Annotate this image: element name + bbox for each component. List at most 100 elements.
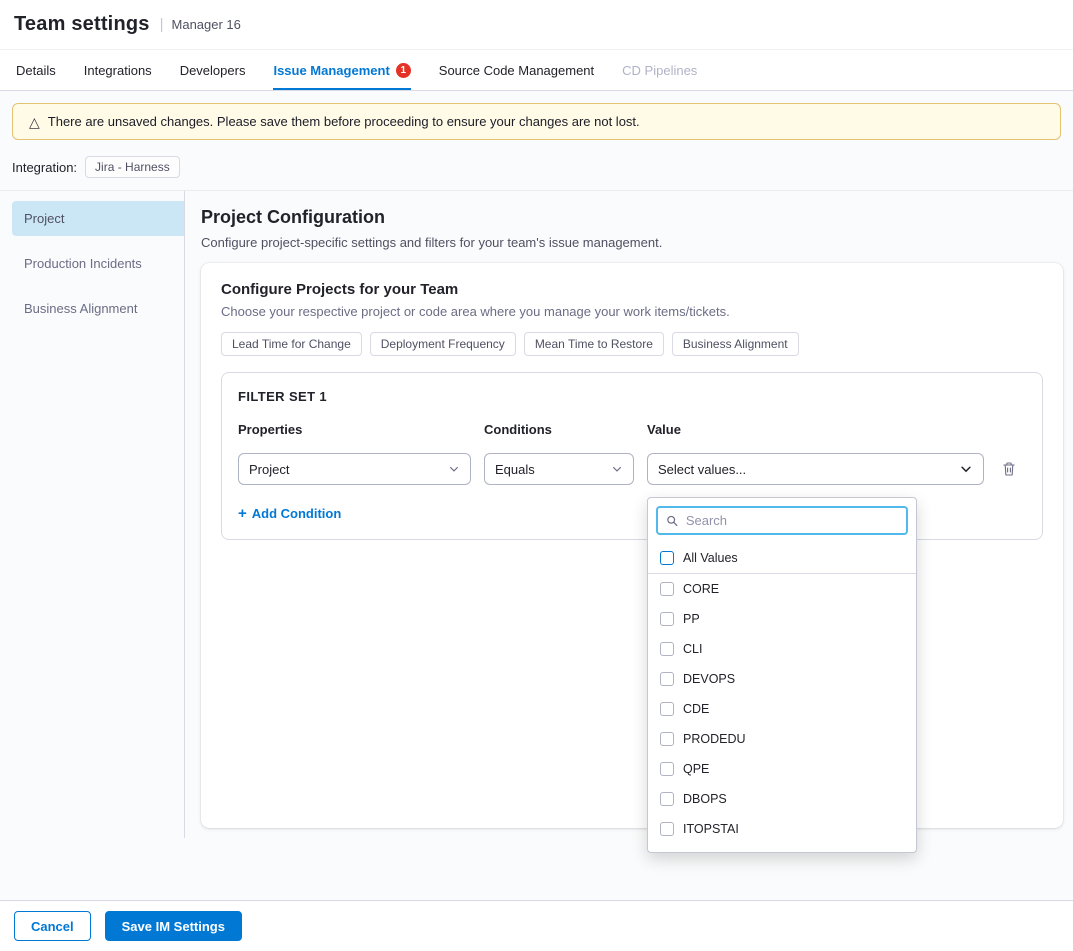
properties-select-value: Project (249, 462, 289, 477)
column-header-properties: Properties (238, 422, 471, 437)
integration-label: Integration: (12, 160, 77, 175)
tab-label: Integrations (84, 63, 152, 78)
checkbox[interactable] (660, 762, 674, 776)
checkbox[interactable] (660, 672, 674, 686)
tab-issue-management[interactable]: Issue Management 1 (273, 50, 410, 90)
option-cde[interactable]: CDE (648, 694, 916, 724)
option-cli[interactable]: CLI (648, 634, 916, 664)
tab-developers[interactable]: Developers (180, 50, 246, 90)
add-condition-label: Add Condition (252, 506, 342, 521)
sidebar-item-label: Business Alignment (24, 301, 137, 316)
value-dropdown-panel: All Values CORE (647, 497, 917, 853)
filter-set-title: FILTER SET 1 (238, 389, 1026, 404)
sidebar-item-label: Production Incidents (24, 256, 142, 271)
option-label: DBOPS (683, 792, 727, 806)
banner-container: △︎ There are unsaved changes. Please sav… (0, 91, 1073, 148)
checkbox[interactable] (660, 702, 674, 716)
option-label: DEVOPS (683, 672, 735, 686)
chevron-down-icon (959, 462, 973, 476)
configure-projects-card: Configure Projects for your Team Choose … (201, 263, 1063, 828)
page: Team settings | Manager 16 Details Integ… (0, 0, 1073, 951)
dropdown-search-box (656, 506, 908, 535)
option-label: CLI (683, 642, 702, 656)
value-select-wrapper: Select values... (647, 453, 984, 485)
column-header-conditions: Conditions (484, 422, 634, 437)
unsaved-changes-badge: 1 (396, 63, 411, 78)
integration-chip[interactable]: Jira - Harness (85, 156, 180, 178)
section-subtitle: Configure project-specific settings and … (201, 235, 1063, 250)
team-name: Manager 16 (172, 17, 241, 32)
sidebar-item-production-incidents[interactable]: Production Incidents (12, 246, 184, 281)
page-header: Team settings | Manager 16 (0, 0, 1073, 50)
option-label: PP (683, 612, 700, 626)
checkbox[interactable] (660, 822, 674, 836)
checkbox[interactable] (660, 612, 674, 626)
search-icon (666, 514, 679, 528)
sidebar-item-label: Project (24, 211, 64, 226)
option-pipe[interactable]: PIPE (648, 844, 916, 852)
all-values-option[interactable]: All Values (648, 543, 916, 574)
conditions-select-value: Equals (495, 462, 535, 477)
metric-chip-row: Lead Time for Change Deployment Frequenc… (221, 332, 1043, 356)
option-prodedu[interactable]: PRODEDU (648, 724, 916, 754)
content-area: △︎ There are unsaved changes. Please sav… (0, 91, 1073, 900)
dropdown-options-list[interactable]: CORE PP CLI (648, 574, 916, 852)
metric-chip-deployment-frequency[interactable]: Deployment Frequency (370, 332, 516, 356)
integration-row: Integration: Jira - Harness (0, 148, 1073, 191)
card-subtitle: Choose your respective project or code a… (221, 304, 1043, 319)
settings-tabs: Details Integrations Developers Issue Ma… (0, 50, 1073, 91)
properties-select[interactable]: Project (238, 453, 471, 485)
filter-set-1: FILTER SET 1 Properties Conditions Value… (221, 372, 1043, 540)
option-core[interactable]: CORE (648, 574, 916, 604)
unsaved-changes-banner: △︎ There are unsaved changes. Please sav… (12, 103, 1061, 140)
metric-chip-mean-time-to-restore[interactable]: Mean Time to Restore (524, 332, 664, 356)
section-title: Project Configuration (201, 207, 1063, 228)
tab-source-code-management[interactable]: Source Code Management (439, 50, 594, 90)
option-dbops[interactable]: DBOPS (648, 784, 916, 814)
checkbox[interactable] (660, 582, 674, 596)
option-label: QPE (683, 762, 709, 776)
footer-actions: Cancel Save IM Settings (0, 900, 1073, 951)
add-condition-button[interactable]: + Add Condition (238, 505, 341, 522)
tab-label: Developers (180, 63, 246, 78)
option-itopstai[interactable]: ITOPSTAI (648, 814, 916, 844)
filter-grid: Properties Conditions Value Project Equa… (238, 422, 1026, 485)
card-title: Configure Projects for your Team (221, 281, 1043, 298)
cancel-button[interactable]: Cancel (14, 911, 91, 941)
option-label: CDE (683, 702, 709, 716)
option-label: PRODEDU (683, 732, 746, 746)
sidebar-item-project[interactable]: Project (12, 201, 184, 236)
delete-condition-button[interactable] (997, 453, 1021, 485)
chevron-down-icon (611, 463, 623, 475)
checkbox[interactable] (660, 792, 674, 806)
tab-label: Details (16, 63, 56, 78)
tab-label: CD Pipelines (622, 63, 697, 78)
plus-icon: + (238, 505, 247, 522)
search-input[interactable] (686, 513, 898, 528)
tab-details[interactable]: Details (16, 50, 56, 90)
page-title: Team settings (14, 13, 150, 36)
value-select-placeholder: Select values... (658, 462, 746, 477)
option-pp[interactable]: PP (648, 604, 916, 634)
warning-triangle-icon: △︎ (29, 115, 40, 129)
option-devops[interactable]: DEVOPS (648, 664, 916, 694)
banner-text: There are unsaved changes. Please save t… (48, 114, 640, 129)
conditions-select[interactable]: Equals (484, 453, 634, 485)
tab-label: Source Code Management (439, 63, 594, 78)
metric-chip-lead-time[interactable]: Lead Time for Change (221, 332, 362, 356)
all-values-checkbox[interactable] (660, 551, 674, 565)
tab-integrations[interactable]: Integrations (84, 50, 152, 90)
checkbox[interactable] (660, 642, 674, 656)
tab-cd-pipelines: CD Pipelines (622, 50, 697, 90)
column-header-value: Value (647, 422, 984, 437)
value-multiselect[interactable]: Select values... (647, 453, 984, 485)
option-label: ITOPSTAI (683, 822, 739, 836)
option-qpe[interactable]: QPE (648, 754, 916, 784)
sidebar-item-business-alignment[interactable]: Business Alignment (12, 291, 184, 326)
checkbox[interactable] (660, 732, 674, 746)
save-im-settings-button[interactable]: Save IM Settings (105, 911, 242, 941)
tab-label: Issue Management (273, 63, 389, 78)
main-panel: Project Configuration Configure project-… (185, 191, 1073, 838)
metric-chip-business-alignment[interactable]: Business Alignment (672, 332, 799, 356)
sidebar: Project Production Incidents Business Al… (0, 191, 185, 838)
